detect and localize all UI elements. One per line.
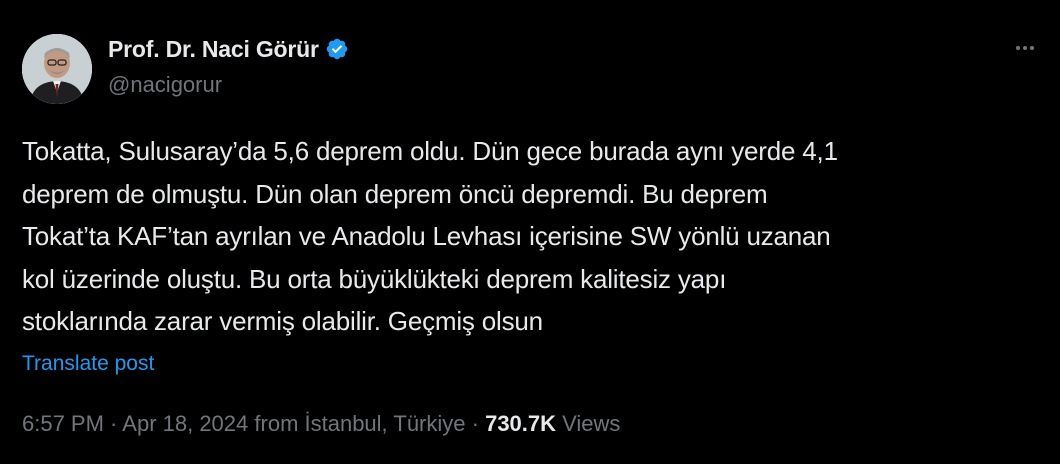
views-count[interactable]: 730.7K bbox=[485, 411, 556, 436]
profile-photo-icon bbox=[22, 34, 92, 104]
views-label: Views bbox=[556, 411, 621, 436]
translate-post-link[interactable]: Translate post bbox=[22, 352, 154, 376]
tweet-card: Prof. Dr. Naci Görür @nacigorur Tokatta,… bbox=[0, 0, 1060, 464]
avatar[interactable] bbox=[22, 34, 92, 104]
post-time[interactable]: 6:57 PM bbox=[22, 411, 104, 436]
meta-separator: · bbox=[103, 411, 123, 436]
author-name-row[interactable]: Prof. Dr. Naci Görür bbox=[108, 34, 349, 64]
post-location: from İstanbul, Türkiye bbox=[254, 411, 466, 436]
post-date[interactable]: Apr 18, 2024 bbox=[122, 411, 248, 436]
verified-badge-icon[interactable] bbox=[325, 37, 349, 61]
meta-separator: · bbox=[465, 411, 486, 436]
post-meta: 6:57 PM · Apr 18, 2024 from İstanbul, Tü… bbox=[22, 411, 620, 437]
author-handle[interactable]: @nacigorur bbox=[108, 72, 222, 98]
more-options-icon[interactable] bbox=[1010, 36, 1040, 60]
display-name[interactable]: Prof. Dr. Naci Görür bbox=[108, 36, 319, 63]
post-text: Tokatta, Sulusaray’da 5,6 deprem oldu. D… bbox=[22, 136, 838, 336]
